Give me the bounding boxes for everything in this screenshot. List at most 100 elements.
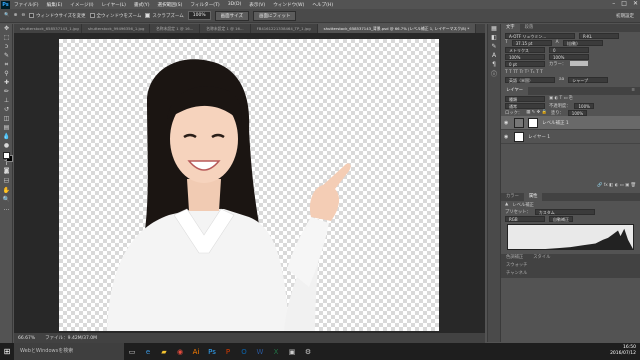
layer-kind-filter[interactable]: 種類 <box>505 95 545 102</box>
dodge-tool-icon[interactable]: ● <box>0 141 13 150</box>
screen-mode-icon[interactable]: ▭ <box>0 175 13 184</box>
zoom-out-icon[interactable]: ⊖ <box>21 13 25 18</box>
filter-icons[interactable]: ▣ ◐ T ▭ ⎘ <box>549 96 572 101</box>
document-tab[interactable]: shutterstock_658537143_1.jpg <box>14 24 82 33</box>
vertical-scale-field[interactable]: 100% <box>505 53 545 60</box>
font-style-select[interactable]: R-KL <box>579 32 619 39</box>
auto-button[interactable]: 自動補正 <box>549 215 573 222</box>
menu-layer[interactable]: レイヤー(L) <box>98 2 130 8</box>
zoom-in-icon[interactable]: ⊕ <box>14 13 18 18</box>
document-tab-active[interactable]: shutterstock_658537143_背景.psd @ 66.7% (レ… <box>317 24 477 33</box>
edge-browser-icon[interactable]: e <box>140 343 156 360</box>
workspace-selector[interactable]: 初期設定 <box>616 13 634 19</box>
menu-filter[interactable]: フィルター(T) <box>186 2 223 8</box>
history-panel-icon[interactable]: ▦ <box>488 24 500 33</box>
settings-icon[interactable]: ⚙ <box>300 343 316 360</box>
fill-field[interactable]: 100% <box>567 109 588 116</box>
tab-styles[interactable]: スタイル <box>528 254 555 262</box>
tab-paragraph[interactable]: 段落 <box>520 24 539 32</box>
windows-start-icon[interactable]: ⊞ <box>0 343 14 360</box>
brush-panel-icon[interactable]: ✎ <box>488 42 500 51</box>
antialias-select[interactable]: シャープ <box>568 76 609 83</box>
document-canvas[interactable] <box>59 39 439 331</box>
visibility-eye-icon[interactable]: ◉ <box>504 120 510 126</box>
marquee-tool-icon[interactable]: ⬚ <box>0 33 13 42</box>
brush-tool-icon[interactable]: ✏ <box>0 87 13 96</box>
outlook-icon[interactable]: O <box>236 343 252 360</box>
eyedropper-tool-icon[interactable]: ⚲ <box>0 69 13 78</box>
layer-name[interactable]: レベル補正 1 <box>542 120 569 126</box>
document-tab[interactable]: 名称未設定 1 @ 16... <box>200 24 251 33</box>
blend-mode-select[interactable]: 通常 <box>505 102 545 109</box>
leading-field[interactable]: (自動) <box>562 39 603 46</box>
lasso-tool-icon[interactable]: ↄ <box>0 42 13 51</box>
clone-stamp-tool-icon[interactable]: ⊥ <box>0 96 13 105</box>
layer-mask-thumbnail[interactable] <box>528 117 538 128</box>
zoom-value-field[interactable]: 100% <box>187 11 211 20</box>
tab-character[interactable]: 文字 <box>501 24 520 32</box>
close-button[interactable]: ✕ <box>633 0 638 7</box>
type-style-buttons[interactable]: T T TT Tr T¹ T₁ T T <box>505 70 543 75</box>
fit-screen-button[interactable]: 画面サイズ <box>214 10 250 21</box>
fill-screen-button[interactable]: 画面にフィット <box>253 10 297 21</box>
lock-icons[interactable]: ▦ ✎ ✥ 🔒 <box>526 110 547 115</box>
font-size-field[interactable]: 37.15 pt <box>511 39 552 46</box>
document-tab[interactable]: FB4161221338464_TP_1.jpg <box>251 24 318 33</box>
zoom-status[interactable]: 66.67% <box>18 336 35 341</box>
resize-windows-option[interactable]: ウィンドウサイズを変更 <box>29 12 86 19</box>
horizontal-scale-field[interactable]: 100% <box>549 53 589 60</box>
foreground-color-swatch[interactable] <box>3 152 10 159</box>
properties-panel-icon[interactable]: ◧ <box>488 33 500 42</box>
healing-tool-icon[interactable]: ✚ <box>0 78 13 87</box>
tab-layers[interactable]: レイヤー <box>501 87 529 95</box>
excel-icon[interactable]: X <box>268 343 284 360</box>
zoom-all-windows-option[interactable]: 全ウィンドウをズーム <box>89 12 141 19</box>
blur-tool-icon[interactable]: 💧 <box>0 132 13 141</box>
tab-channels[interactable]: チャンネル <box>501 270 532 278</box>
hand-tool-icon[interactable]: ✋ <box>0 186 13 195</box>
tracking-field[interactable]: 0 <box>549 46 589 53</box>
quick-select-tool-icon[interactable]: ✎ <box>0 51 13 60</box>
layer-row[interactable]: ◉ レイヤー 1 <box>501 130 640 144</box>
menu-image[interactable]: イメージ(I) <box>66 2 97 8</box>
menu-select[interactable]: 選択範囲(S) <box>154 2 187 8</box>
menu-file[interactable]: ファイル(F) <box>10 2 43 8</box>
levels-histogram[interactable] <box>507 224 634 250</box>
zoom-tool-icon[interactable]: 🔍 <box>4 13 10 18</box>
character-panel-icon[interactable]: A <box>488 51 500 60</box>
canvas-area[interactable] <box>14 33 485 333</box>
font-family-select[interactable]: A-OTF リュウミン... <box>505 32 575 39</box>
menu-view[interactable]: 表示(V) <box>245 2 269 8</box>
quick-mask-icon[interactable]: ◙ <box>0 166 13 175</box>
gradient-tool-icon[interactable]: ▤ <box>0 123 13 132</box>
menu-type[interactable]: 書式(Y) <box>130 2 154 8</box>
tab-color[interactable]: カラー <box>501 193 524 201</box>
menu-edit[interactable]: 編集(E) <box>43 2 67 8</box>
scrubby-zoom-option[interactable]: スクラブズーム <box>145 12 184 19</box>
layer-thumbnail[interactable] <box>514 131 524 142</box>
opacity-field[interactable]: 100% <box>574 102 594 109</box>
file-explorer-icon[interactable]: ▰ <box>156 343 172 360</box>
document-tab[interactable]: shutterstock_99496356_1.jpg <box>82 24 150 33</box>
text-color-swatch[interactable] <box>570 61 589 66</box>
minimize-button[interactable]: – <box>612 0 615 7</box>
store-icon[interactable]: ▣ <box>284 343 300 360</box>
menu-window[interactable]: ウィンドウ(W) <box>269 2 308 8</box>
baseline-field[interactable]: 0 pt <box>505 60 545 67</box>
illustrator-icon[interactable]: Ai <box>188 343 204 360</box>
tab-swatches[interactable]: スウォッチ <box>501 262 532 270</box>
tab-adjustments[interactable]: 色調補正 <box>501 254 528 262</box>
language-select[interactable]: 英語（米国） <box>505 76 555 83</box>
taskbar-search-input[interactable]: WebとWindowsを検索 <box>14 343 124 360</box>
tab-properties[interactable]: 属性 <box>523 193 543 201</box>
visibility-eye-icon[interactable]: ◉ <box>504 134 510 140</box>
taskbar-clock[interactable]: 16:50 2016/07/12 <box>610 345 636 357</box>
channel-select[interactable]: RGB <box>505 215 545 222</box>
crop-tool-icon[interactable]: ⌗ <box>0 60 13 69</box>
maximize-button[interactable]: □ <box>621 0 627 7</box>
layer-name[interactable]: レイヤー 1 <box>528 134 550 140</box>
layer-row[interactable]: ◉ レベル補正 1 <box>501 116 640 130</box>
layers-menu-icon[interactable]: ≡ <box>626 87 640 95</box>
menu-3d[interactable]: 3D(D) <box>224 2 246 7</box>
move-tool-icon[interactable]: ✥ <box>0 24 13 33</box>
